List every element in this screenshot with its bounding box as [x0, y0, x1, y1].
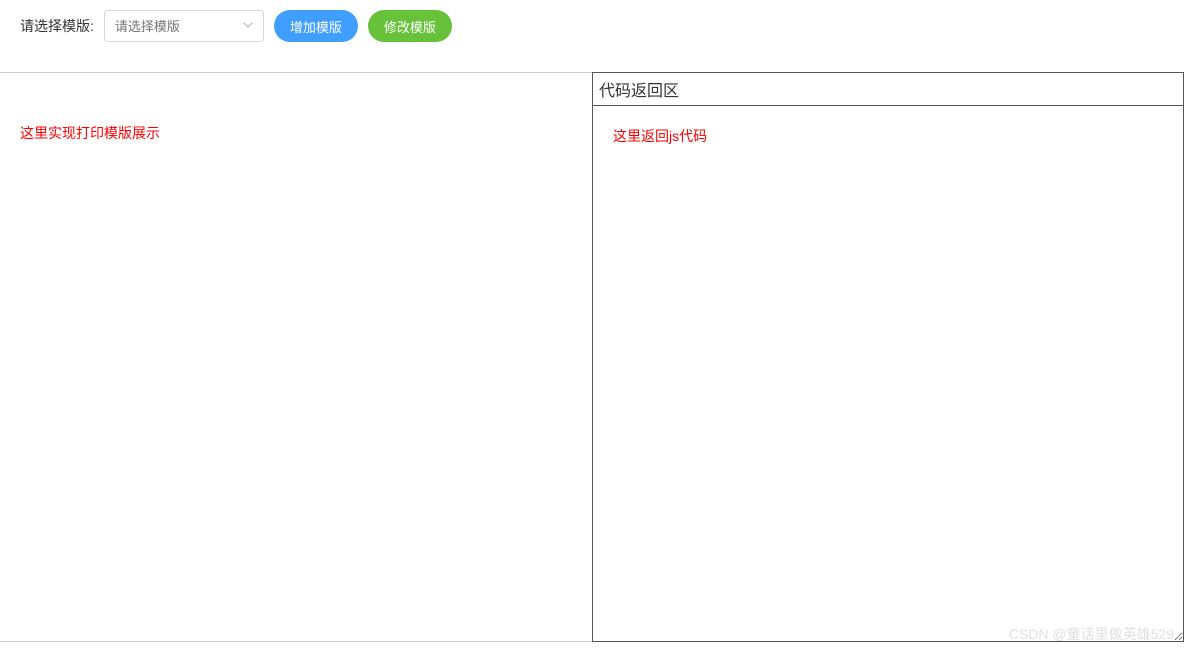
content-area: 这里实现打印模版展示 代码返回区 这里返回js代码: [0, 72, 1184, 642]
template-select-wrapper: [104, 10, 264, 42]
left-panel: 这里实现打印模版展示: [0, 72, 592, 642]
toolbar-label: 请选择模版:: [20, 16, 94, 36]
add-template-button[interactable]: 增加模版: [274, 10, 358, 42]
modify-template-button[interactable]: 修改模版: [368, 10, 452, 42]
right-panel-header: 代码返回区: [592, 72, 1184, 106]
right-panel-body[interactable]: 这里返回js代码: [592, 106, 1184, 642]
toolbar: 请选择模版: 增加模版 修改模版: [0, 0, 1184, 52]
watermark: CSDN @童话里做英雄529: [1009, 624, 1174, 644]
template-select[interactable]: [104, 10, 264, 42]
right-panel: 代码返回区 这里返回js代码: [592, 72, 1184, 642]
right-panel-text: 这里返回js代码: [613, 126, 1163, 146]
left-panel-text: 这里实现打印模版展示: [20, 123, 572, 143]
